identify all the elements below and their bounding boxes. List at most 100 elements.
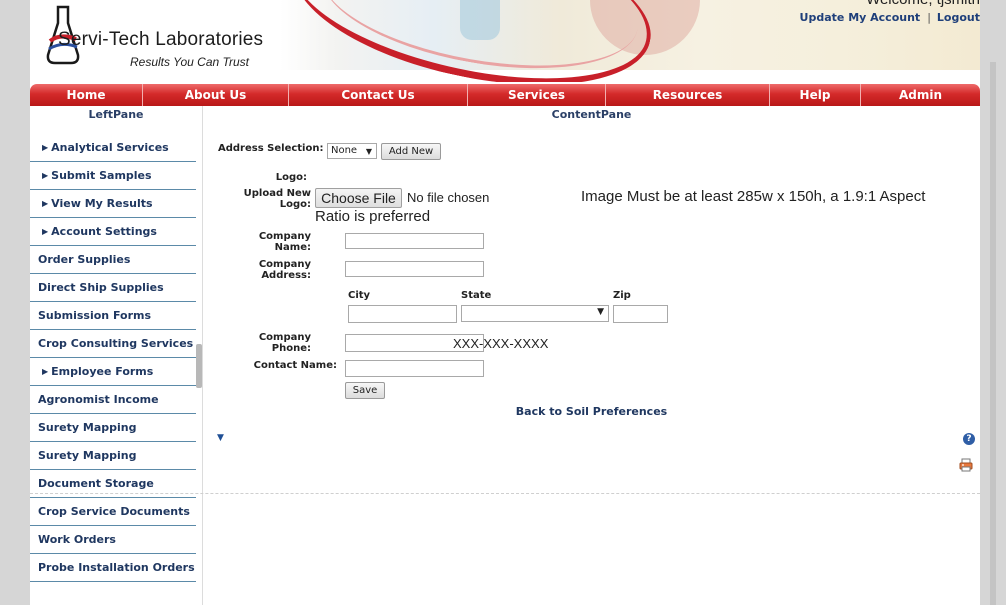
logout-link[interactable]: Logout bbox=[937, 11, 980, 24]
caret-right-icon: ▶ bbox=[42, 171, 49, 180]
sidebar-item[interactable]: Crop Consulting Services bbox=[30, 330, 196, 358]
company-name-label: Company Name: bbox=[233, 231, 311, 253]
caret-right-icon: ▶ bbox=[42, 227, 49, 236]
link-separator: | bbox=[927, 11, 931, 24]
account-links: Update My Account | Logout bbox=[800, 11, 980, 24]
sidebar-item-label: Work Orders bbox=[38, 533, 116, 546]
sidebar-item-label: Submit Samples bbox=[51, 169, 152, 182]
city-label: City bbox=[348, 290, 371, 301]
no-file-chosen-text: No file chosen bbox=[407, 190, 490, 205]
sidebar-item-label: Employee Forms bbox=[51, 365, 154, 378]
sidebar-item[interactable]: Surety Mapping bbox=[30, 414, 196, 442]
choose-file-button[interactable]: Choose File bbox=[315, 188, 402, 208]
help-icon[interactable]: ? bbox=[963, 433, 975, 445]
zip-label: Zip bbox=[613, 290, 631, 301]
company-address-input[interactable] bbox=[345, 261, 484, 277]
address-selection-label: Address Selection: bbox=[218, 143, 324, 154]
logo[interactable]: Servi-Tech Laboratories Results You Can … bbox=[40, 3, 270, 73]
sidebar-item-label: Crop Consulting Services bbox=[38, 337, 194, 350]
image-requirements-hint: Image Must be at least 285w x 150h, a 1.… bbox=[581, 188, 926, 205]
welcome-text: Welcome, tjsmith bbox=[866, 0, 980, 8]
company-phone-label-line1: Company bbox=[258, 332, 311, 343]
sidebar-item[interactable]: Work Orders bbox=[30, 526, 196, 554]
state-label: State bbox=[461, 290, 492, 301]
logo-label: Logo: bbox=[275, 172, 307, 183]
nav-admin[interactable]: Admin bbox=[861, 84, 980, 106]
sidebar-item[interactable]: ▶ Analytical Services bbox=[30, 134, 196, 162]
sidebar-item[interactable]: ▶ Submit Samples bbox=[30, 162, 196, 190]
pane-collapse-handle[interactable] bbox=[196, 344, 202, 388]
phone-format-hint: XXX-XXX-XXXX bbox=[453, 336, 549, 351]
state-select[interactable]: ▼ bbox=[461, 305, 609, 322]
back-to-soil-preferences-link[interactable]: Back to Soil Preferences bbox=[203, 405, 980, 418]
sidebar-item[interactable]: Submission Forms bbox=[30, 302, 196, 330]
sidebar-item[interactable]: Order Supplies bbox=[30, 246, 196, 274]
update-account-link[interactable]: Update My Account bbox=[800, 11, 921, 24]
sidebar-item-label: Probe Installation Orders bbox=[38, 561, 195, 574]
logo-tagline: Results You Can Trust bbox=[130, 55, 249, 69]
content-pane: ContentPane Address Selection: None ▼ Add… bbox=[203, 106, 980, 605]
company-name-label-line2: Name: bbox=[274, 242, 311, 253]
company-address-label-line2: Address: bbox=[261, 270, 311, 281]
sidebar-item[interactable]: ▶ Account Settings bbox=[30, 218, 196, 246]
company-address-label: Company Address: bbox=[233, 259, 311, 281]
company-phone-label: Company Phone: bbox=[233, 332, 311, 354]
address-selection-value: None bbox=[331, 145, 358, 156]
sidebar-item-label: View My Results bbox=[51, 197, 153, 210]
save-button[interactable]: Save bbox=[345, 382, 385, 399]
sidebar-item-label: Surety Mapping bbox=[38, 449, 137, 462]
sidebar-item-label: Crop Service Documents bbox=[38, 505, 190, 518]
sidebar-item-label: Account Settings bbox=[51, 225, 157, 238]
sidebar-item-label: Surety Mapping bbox=[38, 421, 137, 434]
chevron-down-icon: ▼ bbox=[365, 147, 372, 156]
chevron-down-icon: ▼ bbox=[597, 307, 604, 317]
nav-about-us[interactable]: About Us bbox=[143, 84, 289, 106]
sidebar-item-label: Submission Forms bbox=[38, 309, 152, 322]
caret-right-icon: ▶ bbox=[42, 143, 49, 152]
contact-name-label: Contact Name: bbox=[253, 360, 337, 371]
upload-logo-label-line1: Upload New bbox=[243, 188, 311, 199]
sidebar-item[interactable]: Crop Service Documents bbox=[30, 498, 196, 526]
sidebar-item-label: Agronomist Income bbox=[38, 393, 159, 406]
company-name-input[interactable] bbox=[345, 233, 484, 249]
content-pane-title: ContentPane bbox=[551, 108, 632, 121]
sidebar-item-label: Direct Ship Supplies bbox=[38, 281, 164, 294]
sidebar-item[interactable]: Agronomist Income bbox=[30, 386, 196, 414]
sidebar-item-label: Order Supplies bbox=[38, 253, 131, 266]
add-new-button[interactable]: Add New bbox=[381, 143, 441, 160]
company-address-label-line1: Company bbox=[258, 259, 311, 270]
logo-name: Servi-Tech Laboratories bbox=[58, 29, 264, 50]
main-nav: Home About Us Contact Us Services Resour… bbox=[30, 84, 980, 106]
company-phone-label-line2: Phone: bbox=[271, 343, 311, 354]
caret-right-icon: ▶ bbox=[42, 367, 49, 376]
print-icon[interactable] bbox=[959, 458, 973, 472]
window-scrollbar[interactable] bbox=[990, 62, 996, 605]
city-input[interactable] bbox=[348, 305, 457, 323]
zip-input[interactable] bbox=[613, 305, 668, 323]
address-selection-select[interactable]: None ▼ bbox=[327, 143, 377, 159]
sidebar-item[interactable]: Direct Ship Supplies bbox=[30, 274, 196, 302]
upload-logo-label: Upload New Logo: bbox=[233, 188, 311, 210]
left-nav: ▶ Analytical Services ▶ Submit Samples ▶ View… bbox=[30, 134, 196, 582]
image-requirements-hint-continued: Ratio is preferred bbox=[315, 208, 431, 225]
sidebar-item[interactable]: Surety Mapping bbox=[30, 442, 196, 470]
caret-right-icon: ▶ bbox=[42, 199, 49, 208]
company-name-label-line1: Company bbox=[258, 231, 311, 242]
nav-help[interactable]: Help bbox=[770, 84, 861, 106]
sidebar-item-label: Analytical Services bbox=[51, 141, 169, 154]
contact-name-input[interactable] bbox=[345, 360, 484, 377]
sidebar-item[interactable]: Probe Installation Orders bbox=[30, 554, 196, 582]
nav-services[interactable]: Services bbox=[468, 84, 606, 106]
page: Servi-Tech Laboratories Results You Can … bbox=[30, 0, 980, 605]
footer-divider bbox=[30, 493, 980, 494]
sidebar-item-label: Document Storage bbox=[38, 477, 154, 490]
expand-arrow-icon[interactable]: ▼ bbox=[217, 433, 224, 443]
sidebar-item[interactable]: ▶ Employee Forms bbox=[30, 358, 196, 386]
nav-home[interactable]: Home bbox=[30, 84, 143, 106]
upload-logo-label-line2: Logo: bbox=[279, 199, 311, 210]
sidebar-item[interactable]: ▶ View My Results bbox=[30, 190, 196, 218]
nav-contact-us[interactable]: Contact Us bbox=[289, 84, 468, 106]
nav-resources[interactable]: Resources bbox=[606, 84, 770, 106]
left-pane-title: LeftPane bbox=[88, 108, 144, 121]
left-pane: LeftPane ▶ Analytical Services ▶ Submit Sam… bbox=[30, 106, 203, 605]
